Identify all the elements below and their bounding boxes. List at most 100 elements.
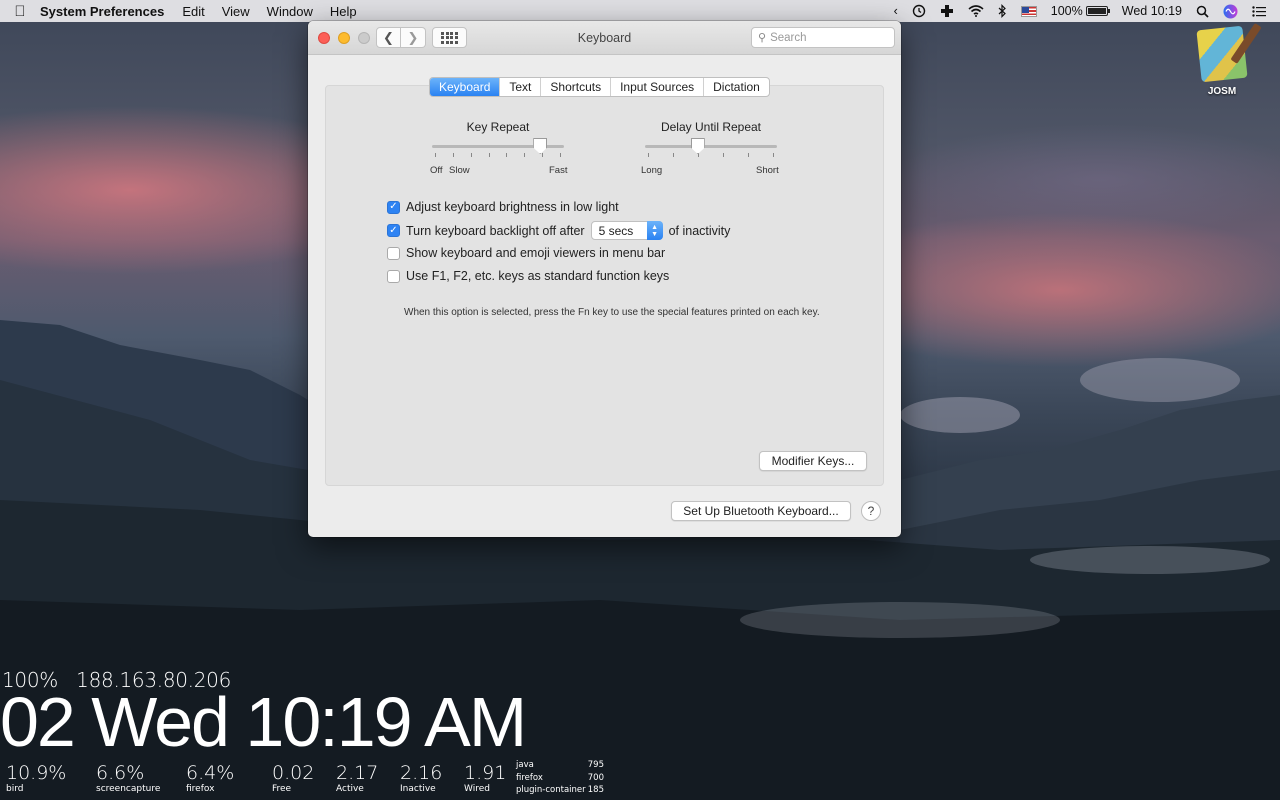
backlight-off-label: Turn keyboard backlight off after [406,223,585,238]
show-viewers-checkbox[interactable] [387,246,400,260]
memory-stat-name: Wired [464,784,490,794]
wifi-icon[interactable] [968,5,984,17]
option-adjust-brightness[interactable]: ✓ Adjust keyboard brightness in low ligh… [387,200,619,214]
adjust-brightness-label: Adjust keyboard brightness in low light [406,200,619,214]
show-viewers-label: Show keyboard and emoji viewers in menu … [406,246,666,260]
battery-status[interactable]: 100% [1051,4,1110,18]
time-machine-icon[interactable] [912,4,926,18]
widget-clock: 02 Wed 10:19 AM [0,683,527,761]
key-repeat-off-label: Off [430,165,443,176]
menu-app-name[interactable]: System Preferences [40,4,164,19]
delay-until-repeat-ticks [648,153,774,158]
memory-stat-value: 2.16 [400,762,443,784]
delay-short-label: Short [756,165,779,176]
tab-shortcuts[interactable]: Shortcuts [540,78,610,96]
menubar-clock[interactable]: Wed 10:19 [1122,4,1182,18]
menu-bar:  System Preferences Edit View Window He… [0,0,1280,22]
josm-desktop-item[interactable]: JOSM [1190,25,1254,97]
delay-until-repeat-title: Delay Until Repeat [660,120,762,134]
key-repeat-ticks [435,153,561,158]
memory-stat-free: 0.02 Free [272,762,314,794]
menu-edit[interactable]: Edit [182,4,204,19]
memory-stat-name: Inactive [400,784,436,794]
cpu-stat-2: 6.6% screencapture [96,762,160,794]
search-icon: ⚲ [758,32,767,44]
cpu-stat-value: 6.6% [96,762,145,784]
process-row: plugin-container 185 [516,785,604,798]
cpu-stat-value: 6.4% [186,762,235,784]
cpu-stat-1: 10.9% bird [6,762,66,794]
key-repeat-slider-thumb[interactable] [533,138,548,154]
memory-stat-value: 2.17 [336,762,379,784]
help-button[interactable]: ? [861,501,881,521]
process-name: firefox [516,772,543,783]
process-name: java [516,760,534,770]
adjust-brightness-checkbox[interactable]: ✓ [387,200,400,214]
keyboard-settings-panel: Key Repeat Off Slow Fast Delay Until Rep… [325,85,884,486]
process-row: firefox 700 [516,773,604,786]
key-repeat-fast-label: Fast [549,165,568,176]
siri-icon[interactable] [1223,4,1238,19]
menu-help[interactable]: Help [330,4,357,19]
menu-view[interactable]: View [222,4,250,19]
process-value: 185 [587,785,604,795]
cpu-stat-name: firefox [186,784,215,794]
delay-long-label: Long [641,165,663,176]
delay-until-repeat-slider-group: Delay Until Repeat Long Short [641,120,781,180]
backlight-off-checkbox[interactable]: ✓ [387,224,400,237]
memory-stat-active: 2.17 Active [336,762,378,794]
delay-until-repeat-slider-thumb[interactable] [690,138,705,154]
cpu-stat-value: 10.9% [6,762,67,784]
memory-stat-name: Active [336,784,364,794]
process-name: plugin-container [516,785,586,795]
process-value: 700 [587,772,604,783]
option-backlight-off[interactable]: ✓ Turn keyboard backlight off after 5 se… [387,221,730,240]
process-value: 795 [587,760,604,770]
process-row: java 795 [516,760,604,773]
tab-keyboard[interactable]: Keyboard [430,78,500,96]
option-function-keys[interactable]: Use F1, F2, etc. keys as standard functi… [387,269,669,283]
battery-icon [1085,6,1110,16]
bluetooth-icon[interactable] [998,4,1007,18]
updown-arrows-icon: ▲ ▼ [646,221,663,240]
backlight-off-suffix: of inactivity [668,223,731,238]
search-input[interactable] [770,31,881,44]
plus-cross-icon[interactable] [940,4,954,18]
function-keys-label: Use F1, F2, etc. keys as standard functi… [406,269,670,283]
chevron-left-icon[interactable]: ‹ [894,4,898,18]
key-repeat-title: Key Repeat [466,120,530,134]
search-icon[interactable] [1196,5,1209,18]
fn-key-hint: When this option is selected, press the … [404,307,820,318]
memory-stat-value: 1.91 [464,762,507,784]
memory-stat-inactive: 2.16 Inactive [400,762,442,794]
memory-stat-name: Free [272,784,292,794]
delay-until-repeat-track[interactable] [645,145,777,148]
apple-icon[interactable]:  [0,3,40,20]
tab-dictation[interactable]: Dictation [703,78,769,96]
josm-label: JOSM [1207,86,1237,97]
backlight-timeout-popup[interactable]: 5 secs ▲ ▼ [590,221,663,240]
cpu-stat-3: 6.4% firefox [186,762,234,794]
search-field[interactable]: ⚲ [751,27,895,48]
function-keys-checkbox[interactable] [387,269,400,283]
cpu-stat-name: bird [6,784,24,794]
modifier-keys-button[interactable]: Modifier Keys... [759,451,867,471]
josm-app-icon [1196,25,1248,83]
window-titlebar[interactable]: ❮ ❯ Keyboard ⚲ [308,21,901,55]
notification-center-icon[interactable] [1252,5,1266,17]
keyboard-preferences-window: ❮ ❯ Keyboard ⚲ Keyboard Text Shortcuts I… [308,21,901,537]
key-repeat-slider-group: Key Repeat Off Slow Fast [430,120,568,180]
memory-stat-value: 0.02 [272,762,315,784]
tab-text[interactable]: Text [499,78,540,96]
tab-input-sources[interactable]: Input Sources [610,78,703,96]
us-flag-icon[interactable] [1020,5,1037,17]
setup-bluetooth-keyboard-button[interactable]: Set Up Bluetooth Keyboard... [671,501,851,521]
cpu-stat-name: screencapture [96,784,161,794]
option-show-viewers[interactable]: Show keyboard and emoji viewers in menu … [387,246,665,260]
backlight-timeout-value: 5 secs [598,223,634,238]
keyboard-tab-bar: Keyboard Text Shortcuts Input Sources Di… [429,77,770,97]
key-repeat-slow-label: Slow [449,165,470,176]
top-processes-list: java 795 firefox 700 plugin-container 18… [516,760,604,798]
memory-stat-wired: 1.91 Wired [464,762,506,794]
menu-window[interactable]: Window [267,4,313,19]
